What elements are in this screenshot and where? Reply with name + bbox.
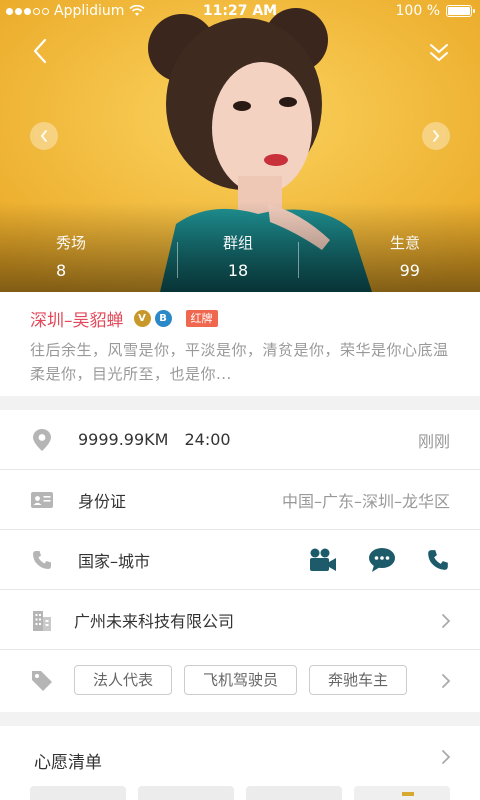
vip-badge: V (133, 309, 151, 327)
prev-photo-button[interactable] (30, 122, 58, 150)
id-card-value: 中国–广东–深圳–龙华区 (281, 492, 450, 511)
chevron-right-icon (442, 614, 451, 628)
stat-groups[interactable]: 群组 18 (177, 232, 299, 284)
stat-label: 秀场 (56, 234, 87, 252)
stat-label: 生意 (389, 234, 420, 252)
company-row[interactable]: 广州未来科技有限公司 (0, 590, 480, 650)
back-icon[interactable] (26, 36, 56, 66)
building-icon (30, 608, 54, 632)
stat-value: 8 (56, 261, 67, 280)
profile-name: 深圳–吴貂蝉 (30, 310, 124, 331)
phone-icon (30, 548, 54, 572)
chevron-right-icon (442, 674, 451, 688)
business-badge: B (154, 309, 172, 327)
stat-value: 18 (227, 261, 249, 280)
profile-page: Applidium 11:27 AM 100 % 秀场 8 群组 18 生意 9… (0, 0, 480, 800)
stat-showroom[interactable]: 秀场 8 (0, 232, 177, 284)
battery-icon (446, 5, 475, 17)
wishlist-thumbnails (30, 786, 450, 800)
stat-label: 群组 (222, 234, 253, 252)
location-pin-icon (30, 428, 54, 452)
name-row: 深圳–吴貂蝉 V B 红牌 (30, 306, 450, 331)
wishlist-thumb[interactable] (138, 786, 234, 800)
wishlist-title: 心愿清单 (34, 753, 102, 773)
battery-percent: 100 % (395, 3, 440, 19)
profile-bio: 往后余生，风雪是你，平淡是你，清贫是你，荣华是你心底温柔是你，目光所至，也是你.… (30, 341, 449, 383)
info-list: 9999.99KM 24:00 刚刚 身份证 中国–广东–深圳–龙华区 国家–城… (0, 410, 480, 712)
hero-banner: Applidium 11:27 AM 100 % 秀场 8 群组 18 生意 9… (0, 0, 480, 292)
thumb-mark (402, 792, 414, 796)
profile-summary: 深圳–吴貂蝉 V B 红牌 往后余生，风雪是你，平淡是你，清贫是你，荣华是你心底… (0, 292, 480, 396)
wishlist-thumb[interactable] (30, 786, 126, 800)
tag-chip[interactable]: 奔驰车主 (309, 665, 408, 695)
company-name: 广州未来科技有限公司 (74, 611, 235, 631)
id-card-row: 身份证 中国–广东–深圳–龙华区 (0, 470, 480, 530)
video-call-icon[interactable] (308, 547, 338, 573)
location-row: 9999.99KM 24:00 刚刚 (0, 410, 480, 470)
phone-call-icon[interactable] (426, 548, 450, 572)
status-badge: 红牌 (185, 309, 218, 327)
distance-text: 9999.99KM (78, 430, 169, 449)
tags-row[interactable]: 法人代表 飞机驾驶员 奔驰车主 (0, 650, 480, 710)
tag-chip[interactable]: 飞机驾驶员 (184, 665, 298, 695)
time-text: 24:00 (184, 430, 231, 449)
tag-icon (30, 668, 54, 692)
wishlist-section[interactable]: 心愿清单 (0, 726, 480, 800)
tag-list: 法人代表 飞机驾驶员 奔驰车主 (74, 665, 408, 695)
contact-actions (308, 530, 450, 590)
chevron-right-icon (442, 750, 451, 764)
wishlist-thumb[interactable] (354, 786, 450, 800)
stats-bar: 秀场 8 群组 18 生意 99 (0, 232, 480, 284)
double-chevron-down-icon[interactable] (426, 40, 452, 66)
contact-label: 国家–城市 (78, 551, 151, 571)
stat-business[interactable]: 生意 99 (299, 232, 480, 284)
id-card-label: 身份证 (78, 491, 127, 511)
chevron-left-icon (40, 130, 47, 142)
status-right: 100 % (395, 3, 475, 19)
tag-chip[interactable]: 法人代表 (74, 665, 173, 695)
chevron-right-icon (433, 130, 440, 142)
id-card-icon (30, 488, 54, 512)
chat-icon[interactable] (368, 547, 396, 573)
last-seen-text: 刚刚 (417, 432, 450, 451)
status-bar: Applidium 11:27 AM 100 % (0, 0, 480, 24)
battery-fill (448, 7, 470, 15)
next-photo-button[interactable] (422, 122, 450, 150)
contact-row: 国家–城市 (0, 530, 480, 590)
wishlist-thumb[interactable] (246, 786, 342, 800)
stat-value: 99 (399, 261, 420, 280)
